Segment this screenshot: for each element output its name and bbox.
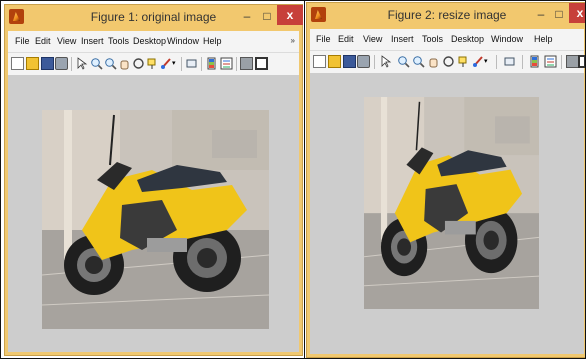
figure1-toolbar: ▾ (8, 52, 299, 75)
border-line-left (0, 0, 1, 359)
figure2-window: Figure 2: resize image – □ x File Edit V… (306, 2, 586, 358)
menu-edit[interactable]: Edit (338, 34, 354, 44)
save-icon[interactable] (343, 55, 356, 68)
figure2-titlebar[interactable]: Figure 2: resize image – □ x (307, 3, 586, 29)
zoom-in-icon[interactable] (90, 57, 103, 70)
toolbar-separator (201, 57, 202, 71)
original-image (42, 110, 269, 329)
motorcycle-photo (42, 110, 269, 329)
menu-edit[interactable]: Edit (35, 36, 51, 46)
screenshot-stage: Figure 1: original image – □ x File Edit… (0, 0, 586, 359)
show-plot-tools-icon[interactable] (255, 57, 268, 70)
maximize-button[interactable]: □ (259, 9, 275, 23)
toolbar-separator (561, 55, 562, 69)
motorcycle-photo (364, 97, 539, 309)
print-icon[interactable] (55, 57, 68, 70)
figure1-menubar: File Edit View Insert Tools Desktop Wind… (8, 31, 299, 52)
rotate-3d-icon[interactable] (132, 57, 145, 70)
close-button[interactable]: x (277, 5, 303, 25)
menu-tools[interactable]: Tools (422, 34, 443, 44)
pan-hand-icon[interactable] (118, 57, 131, 70)
menu-view[interactable]: View (57, 36, 76, 46)
save-icon[interactable] (41, 57, 54, 70)
link-icon[interactable] (503, 55, 516, 68)
pointer-icon[interactable] (75, 57, 88, 70)
pan-hand-icon[interactable] (427, 55, 440, 68)
border-line-middle (304, 0, 305, 359)
toolbar-separator (374, 55, 375, 69)
figure2-canvas (310, 73, 584, 354)
menu-window[interactable]: Window (167, 36, 199, 46)
open-folder-icon[interactable] (26, 57, 39, 70)
data-cursor-icon[interactable] (457, 55, 470, 68)
legend-icon[interactable] (220, 57, 233, 70)
toolbar-separator (496, 55, 497, 69)
toolbar-separator (522, 55, 523, 69)
zoom-out-icon[interactable] (104, 57, 117, 70)
menu-file[interactable]: File (15, 36, 30, 46)
toolbar-separator (71, 57, 72, 71)
rotate-3d-icon[interactable] (442, 55, 455, 68)
menu-tools[interactable]: Tools (108, 36, 129, 46)
zoom-in-icon[interactable] (397, 55, 410, 68)
data-cursor-icon[interactable] (146, 57, 159, 70)
close-button[interactable]: x (569, 3, 586, 23)
menu-desktop[interactable]: Desktop (451, 34, 484, 44)
border-line-top (0, 0, 586, 1)
figure2-toolbar: ▾ (310, 50, 586, 73)
new-file-icon[interactable] (11, 57, 24, 70)
menu-desktop[interactable]: Desktop (133, 36, 166, 46)
figure1-canvas (8, 75, 299, 352)
pointer-icon[interactable] (379, 55, 392, 68)
menu-overflow-icon[interactable]: » (291, 36, 295, 45)
menu-file[interactable]: File (316, 34, 331, 44)
figure2-menubar: File Edit View Insert Tools Desktop Wind… (310, 29, 584, 50)
maximize-button[interactable]: □ (551, 7, 567, 21)
link-icon[interactable] (185, 57, 198, 70)
menu-help[interactable]: Help (203, 36, 222, 46)
minimize-button[interactable]: – (239, 9, 255, 23)
brush-dropdown-icon[interactable]: ▾ (484, 55, 490, 68)
menu-view[interactable]: View (363, 34, 382, 44)
zoom-out-icon[interactable] (412, 55, 425, 68)
new-file-icon[interactable] (313, 55, 326, 68)
toolbar-separator (181, 57, 182, 71)
open-folder-icon[interactable] (328, 55, 341, 68)
figure1-title: Figure 1: original image (90, 10, 217, 24)
menu-insert[interactable]: Insert (391, 34, 414, 44)
figure1-window: Figure 1: original image – □ x File Edit… (4, 4, 303, 356)
print-icon[interactable] (357, 55, 370, 68)
menu-insert[interactable]: Insert (81, 36, 104, 46)
menu-help[interactable]: Help (534, 34, 553, 44)
resized-image (364, 97, 539, 309)
colorbar-icon[interactable] (528, 55, 541, 68)
toolbar-separator (236, 57, 237, 71)
hide-plot-tools-icon[interactable] (240, 57, 253, 70)
colorbar-icon[interactable] (205, 57, 218, 70)
figure1-titlebar[interactable]: Figure 1: original image – □ x (5, 5, 303, 31)
brush-dropdown-icon[interactable]: ▾ (172, 57, 178, 70)
legend-icon[interactable] (544, 55, 557, 68)
menu-window[interactable]: Window (491, 34, 523, 44)
minimize-button[interactable]: – (533, 7, 549, 21)
